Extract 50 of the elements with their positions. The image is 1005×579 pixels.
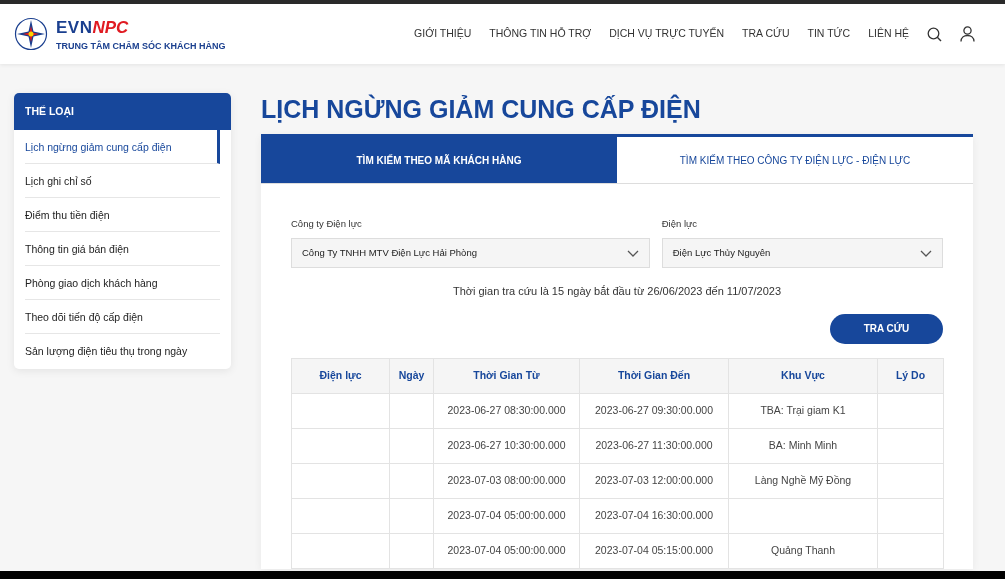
page-title: LỊCH NGỪNG GIẢM CUNG CẤP ĐIỆN [261, 93, 702, 125]
table-cell: Quảng Thanh [728, 533, 878, 569]
search-icon[interactable] [927, 26, 942, 42]
table-cell: 2023-06-27 08:30:00.000 [433, 393, 580, 429]
table-cell: 2023-07-03 08:00:00.000 [433, 463, 580, 499]
logo-icon [14, 17, 48, 51]
column-header: Ngày [389, 358, 434, 394]
column-header: Thời Gian Đến [579, 358, 729, 394]
field-label: Công ty Điện lực [291, 217, 363, 231]
table-cell: 2023-06-27 11:30:00.000 [579, 428, 729, 464]
column-header: Thời Gian Từ [433, 358, 580, 394]
sidebar-item[interactable]: Lịch ghi chỉ số [25, 164, 220, 198]
table-cell: 2023-07-04 16:30:00.000 [579, 498, 729, 534]
chevron-down-icon [920, 249, 932, 257]
user-icon[interactable] [960, 26, 975, 42]
sidebar-item[interactable]: Sản lượng điện tiêu thụ trong ngày [25, 334, 220, 368]
column-header: Khu Vực [728, 358, 878, 394]
date-range-note: Thời gian tra cứu là 15 ngày bắt đầu từ 26/06/2023 đến 11/07/2023 [452, 285, 782, 298]
table-cell: 2023-07-04 05:00:00.000 [433, 498, 580, 534]
search-button[interactable]: TRA CỨU [830, 313, 943, 344]
table-cell: 2023-07-03 12:00:00.000 [579, 463, 729, 499]
table-cell: 2023-07-04 05:15:00.000 [579, 533, 729, 569]
column-header: Lý Do [877, 358, 944, 394]
sidebar-item[interactable]: Theo dõi tiến độ cấp điện [25, 300, 220, 334]
nav-link[interactable]: THÔNG TIN HỖ TRỢ [489, 26, 592, 42]
table-cell: Làng Nghề Mỹ Đồng [728, 463, 878, 499]
nav-link[interactable]: LIÊN HỆ [868, 26, 909, 42]
chevron-down-icon [626, 249, 639, 257]
column-header: Điện lực [291, 358, 390, 394]
tab[interactable]: TÌM KIẾM THEO CÔNG TY ĐIỆN LỰC - ĐIỆN LỰC [617, 134, 973, 184]
table-cell: BA: Minh Minh [728, 428, 878, 464]
field-label: Điện lực [661, 217, 699, 231]
nav-link[interactable]: DỊCH VỤ TRỰC TUYẾN [609, 26, 725, 42]
sidebar-item[interactable]: Phòng giao dịch khách hàng [25, 266, 220, 300]
table-cell: 2023-07-04 05:00:00.000 [433, 533, 580, 569]
table-cell: TBA: Trại giam K1 [728, 393, 878, 429]
sidebar-title: THỂ LOẠI [14, 93, 231, 130]
nav-link[interactable]: TRA CỨU [742, 26, 790, 42]
brand-subtitle: TRUNG TÂM CHĂM SÓC KHÁCH HÀNG [56, 40, 226, 53]
table-cell: 2023-06-27 09:30:00.000 [579, 393, 729, 429]
nav-link[interactable]: GIỚI THIỆU [414, 26, 472, 42]
select-field[interactable]: Điện Lực Thủy Nguyên [661, 238, 943, 269]
tab[interactable]: TÌM KIẾM THEO MÃ KHÁCH HÀNG [261, 134, 617, 184]
nav-link[interactable]: TIN TỨC [807, 26, 851, 42]
select-field[interactable]: Công Ty TNHH MTV Điện Lực Hải Phòng [291, 238, 650, 269]
table-cell: 2023-06-27 10:30:00.000 [433, 428, 580, 464]
brand-logo: EVNNPC [56, 16, 130, 39]
sidebar-item[interactable]: Thông tin giá bán điện [25, 232, 220, 266]
sidebar-item[interactable]: Điểm thu tiền điện [25, 198, 220, 232]
sidebar-item[interactable]: Lịch ngừng giảm cung cấp điện [25, 130, 220, 164]
